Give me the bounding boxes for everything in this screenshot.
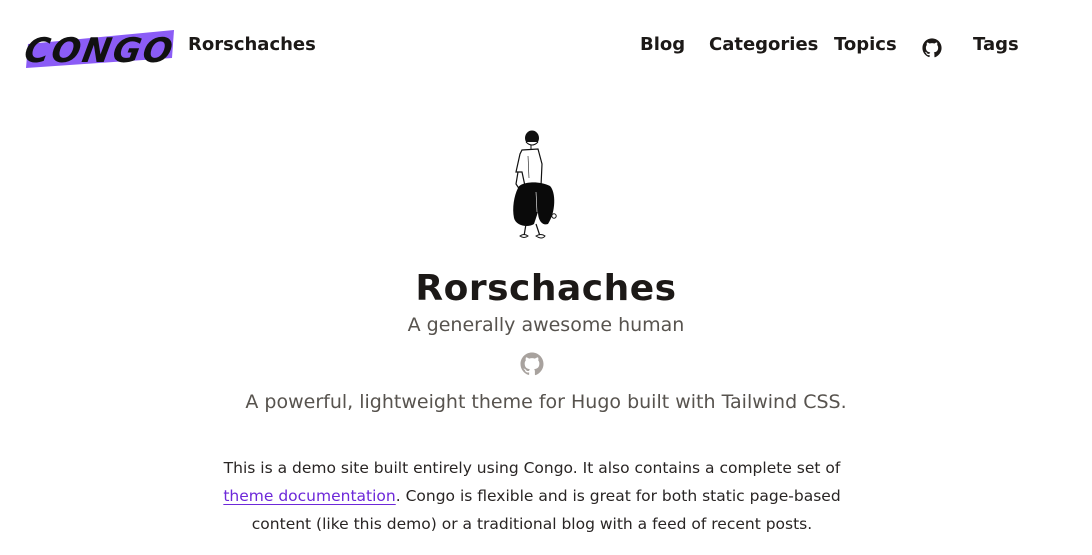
intro-text-before-link: This is a demo site built entirely using… (223, 459, 841, 477)
author-name: Rorschaches (415, 268, 677, 309)
nav-topics[interactable]: Topics (834, 34, 897, 55)
congo-logo[interactable]: CONGO (24, 22, 176, 72)
author-headline: A generally awesome human (407, 314, 685, 336)
nav-categories[interactable]: Categories (709, 34, 818, 55)
avatar (513, 130, 557, 239)
intro-paragraph: This is a demo site built entirely using… (214, 454, 850, 538)
nav-tags[interactable]: Tags (973, 34, 1019, 55)
lead-text: A powerful, lightweight theme for Hugo b… (245, 391, 847, 413)
github-icon[interactable] (520, 352, 544, 376)
svg-text:CONGO: CONGO (24, 31, 176, 71)
site-title[interactable]: Rorschaches (188, 34, 316, 55)
github-icon[interactable] (922, 38, 942, 58)
nav-blog[interactable]: Blog (640, 34, 685, 55)
site-header: CONGO Rorschaches Blog Categories Topics… (0, 0, 1092, 92)
theme-documentation-link[interactable]: theme documentation (223, 487, 395, 505)
